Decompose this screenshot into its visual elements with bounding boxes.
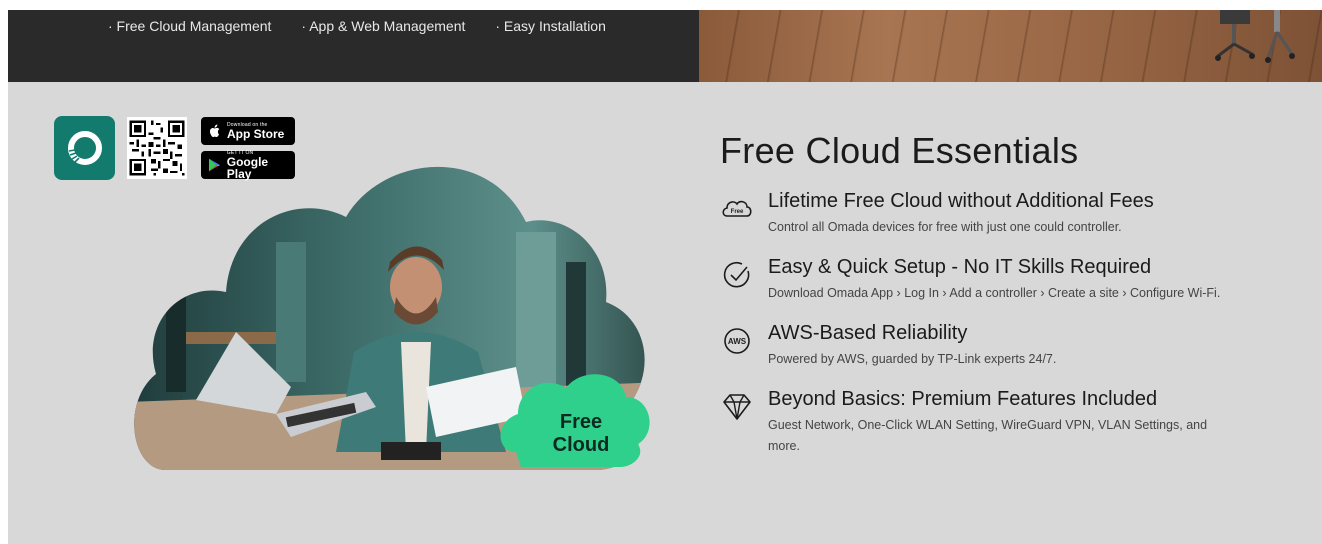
wood-floor-photo [699, 10, 1322, 82]
cloud-hero-photo: Free Cloud [134, 166, 650, 470]
feature-app-web-management: · App & Web Management [301, 18, 466, 34]
feature-title: Easy & Quick Setup - No IT Skills Requir… [768, 256, 1152, 278]
free-cloud-badge-line1: Free [560, 411, 602, 433]
free-cloud-icon: Free [722, 200, 752, 217]
check-circle-icon [723, 261, 750, 288]
feature-free-cloud-management: · Free Cloud Management [108, 18, 272, 34]
feature-title: AWS-Based Reliability [768, 322, 968, 344]
free-cloud-badge-line2: Cloud [553, 434, 610, 456]
feature-description: Guest Network, One-Click WLAN Setting, W… [768, 418, 1208, 453]
office-chair-icon [1215, 10, 1295, 63]
feature-item: Beyond Basics: Premium Features Included… [720, 388, 1280, 457]
feature-description: Powered by AWS, guarded by TP-Link exper… [768, 352, 1057, 366]
omada-app-icon[interactable] [54, 116, 115, 180]
diamond-icon [723, 394, 751, 420]
feature-item: AWS AWS-Based Reliability Powered by AWS… [720, 322, 1280, 370]
svg-text:AWS: AWS [728, 337, 747, 346]
aws-icon: AWS [724, 328, 750, 354]
feature-title: Beyond Basics: Premium Features Included [768, 388, 1158, 410]
free-cloud-essentials: Free Cloud Essentials Free Lifetime Free… [720, 130, 1280, 475]
apple-icon [210, 124, 220, 137]
section-title: Free Cloud Essentials [720, 130, 1079, 171]
app-store-badge[interactable]: Download on the App Store [201, 117, 295, 145]
top-banner-dark-panel: · Free Cloud Management · App & Web Mana… [8, 10, 699, 82]
feature-item: Free Lifetime Free Cloud without Additio… [720, 190, 1280, 238]
feature-item: Easy & Quick Setup - No IT Skills Requir… [720, 256, 1280, 304]
features-strip: · Free Cloud Management · App & Web Mana… [108, 18, 606, 34]
feature-easy-installation: · Easy Installation [495, 18, 606, 34]
free-cloud-section: Download on the App Store GET IT ON Goog… [8, 82, 1322, 544]
feature-title: Lifetime Free Cloud without Additional F… [768, 190, 1154, 212]
svg-text:Free: Free [731, 209, 744, 215]
feature-description: Control all Omada devices for free with … [768, 220, 1122, 234]
app-store-label: App Store [227, 126, 285, 141]
top-banner: · Free Cloud Management · App & Web Mana… [8, 10, 1322, 82]
feature-description: Download Omada App › Log In › Add a cont… [768, 286, 1221, 300]
omada-logo-icon [67, 131, 102, 165]
